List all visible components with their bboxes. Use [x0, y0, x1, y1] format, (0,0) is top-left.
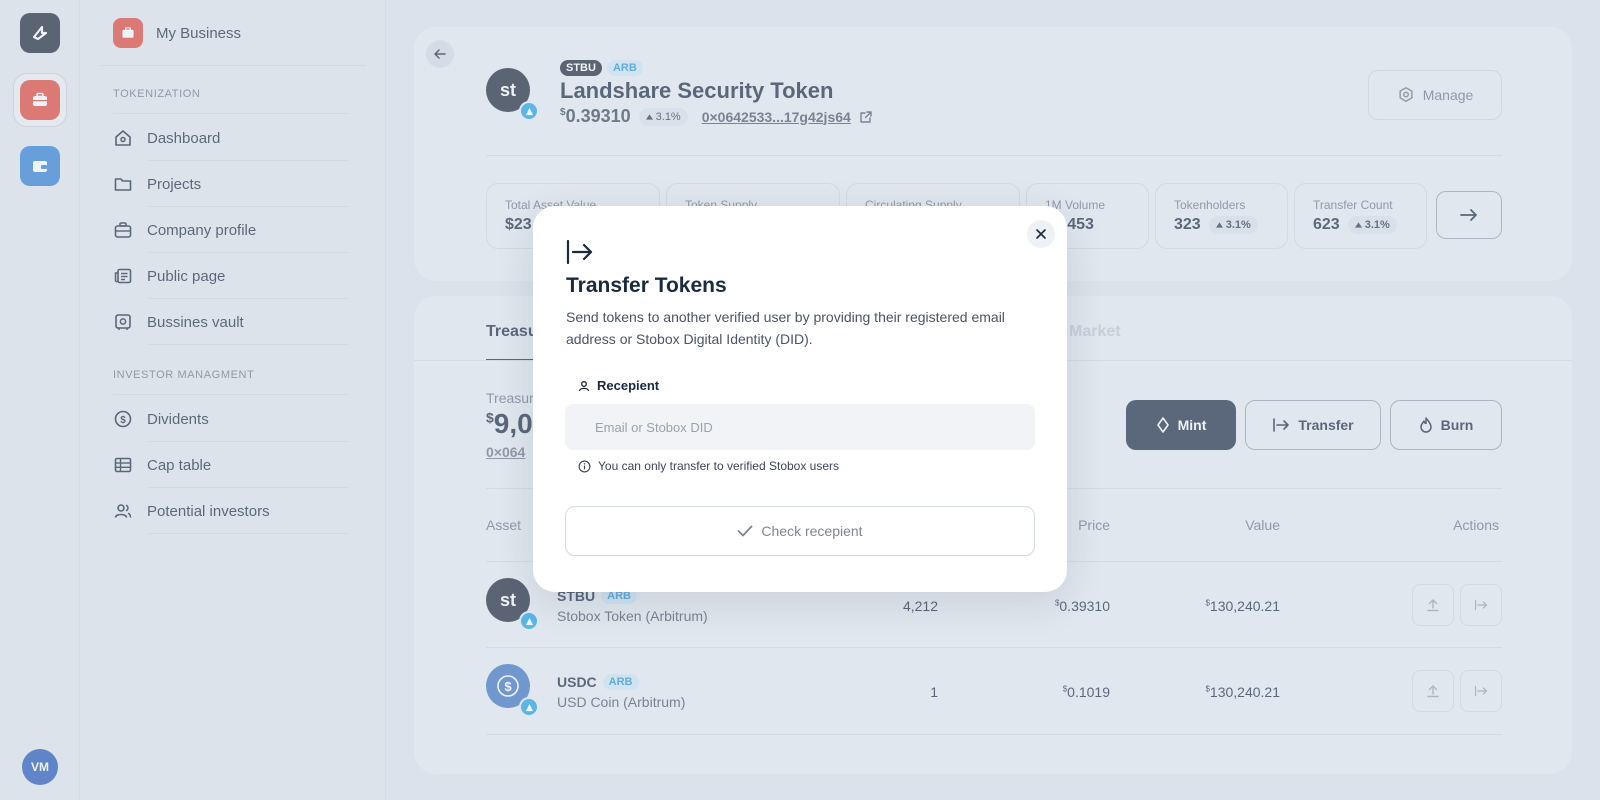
transfer-tokens-modal: Transfer Tokens Send tokens to another v…	[533, 206, 1067, 592]
recipient-input[interactable]	[565, 404, 1035, 450]
user-icon	[578, 380, 590, 391]
close-button[interactable]	[1027, 220, 1055, 248]
transfer-icon	[566, 239, 594, 269]
check-recipient-label: Check recepient	[761, 523, 863, 539]
recipient-hint: You can only transfer to verified Stobox…	[578, 459, 839, 473]
modal-description: Send tokens to another verified user by …	[566, 309, 1005, 347]
recipient-label: Recepient	[578, 378, 659, 393]
check-icon	[738, 525, 753, 537]
info-icon	[578, 460, 591, 472]
modal-title: Transfer Tokens	[566, 274, 727, 297]
close-icon	[1036, 229, 1046, 239]
check-recipient-button[interactable]: Check recepient	[565, 506, 1035, 556]
